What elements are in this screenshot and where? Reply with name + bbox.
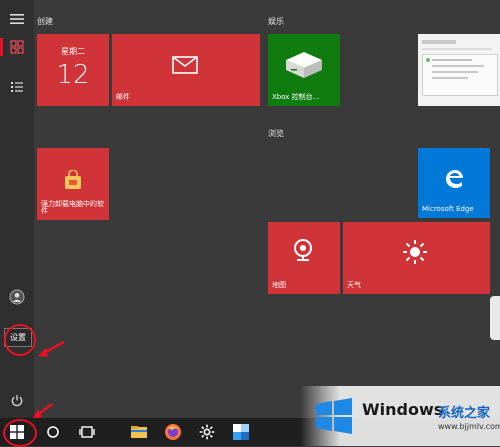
active-indicator bbox=[0, 38, 3, 56]
maps-tile[interactable]: 地图 bbox=[268, 222, 340, 294]
floating-side-widget[interactable] bbox=[490, 296, 500, 340]
settings-taskbar-icon[interactable] bbox=[196, 421, 218, 443]
uninstall-software-tile[interactable]: 强力卸载电脑中的软件 bbox=[37, 148, 109, 220]
task-view-icon[interactable] bbox=[76, 421, 98, 443]
start-tiles-area: 创建 娱乐 浏览 星期二 12 邮件 Xbox 控制台... 强力卸载电脑中的软… bbox=[34, 0, 500, 418]
annotation-arrow-settings bbox=[38, 340, 65, 357]
watermark-brand: Windows bbox=[362, 400, 444, 419]
map-pin-icon bbox=[292, 238, 314, 268]
calendar-tile[interactable]: 星期二 12 bbox=[37, 34, 109, 106]
annotation-circle-settings bbox=[4, 324, 36, 356]
search-circle-icon[interactable] bbox=[42, 421, 64, 443]
app-cube-icon[interactable] bbox=[230, 421, 252, 443]
tiles-icon[interactable] bbox=[6, 36, 28, 58]
edge-tile-label: Microsoft Edge bbox=[422, 205, 474, 214]
shopping-bag-icon bbox=[63, 169, 83, 194]
weather-tile-label: 天气 bbox=[347, 281, 361, 290]
power-icon[interactable] bbox=[6, 390, 28, 412]
watermark: Windows 系统之家 www.bjjmlv.com bbox=[300, 386, 500, 446]
sun-icon bbox=[401, 238, 429, 270]
xbox-console-icon bbox=[282, 50, 326, 84]
mail-icon bbox=[172, 54, 198, 78]
preview-thumbnail-tile[interactable] bbox=[418, 34, 500, 106]
mail-tile[interactable]: 邮件 bbox=[112, 34, 260, 106]
weather-tile[interactable]: 天气 bbox=[343, 222, 490, 294]
maps-tile-label: 地图 bbox=[272, 281, 286, 290]
xbox-console-tile[interactable]: Xbox 控制台... bbox=[268, 34, 340, 106]
annotation-circle-start bbox=[3, 419, 37, 447]
xbox-tile-label: Xbox 控制台... bbox=[272, 93, 320, 102]
mail-tile-label: 邮件 bbox=[116, 93, 130, 102]
group-label-create: 创建 bbox=[37, 17, 53, 26]
calendar-weekday: 星期二 bbox=[61, 47, 85, 56]
windows-logo-icon bbox=[316, 398, 352, 434]
firefox-icon[interactable] bbox=[162, 421, 184, 443]
watermark-url: www.bjjmlv.com bbox=[438, 422, 500, 431]
edge-icon bbox=[442, 166, 466, 194]
calendar-day: 12 bbox=[56, 60, 90, 90]
watermark-site: 系统之家 bbox=[438, 406, 491, 421]
user-avatar-icon[interactable] bbox=[6, 286, 28, 308]
group-label-entertainment: 娱乐 bbox=[268, 17, 284, 26]
microsoft-edge-tile[interactable]: Microsoft Edge bbox=[418, 148, 490, 218]
uninstall-tile-label: 强力卸载电脑中的软件 bbox=[41, 199, 104, 216]
group-label-browse: 浏览 bbox=[268, 129, 284, 138]
all-apps-list-icon[interactable] bbox=[6, 76, 28, 98]
hamburger-icon[interactable] bbox=[6, 8, 28, 30]
file-explorer-icon[interactable] bbox=[128, 421, 150, 443]
